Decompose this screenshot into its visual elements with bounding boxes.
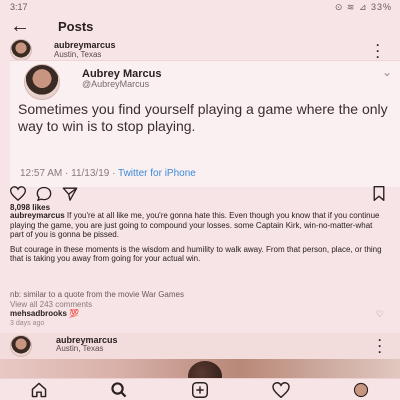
- post-actions: [0, 186, 400, 202]
- comment-icon[interactable]: [36, 186, 52, 201]
- next-post: aubreymarcus Austin, Texas · · ·: [0, 333, 400, 381]
- bookmark-icon[interactable]: [372, 186, 386, 201]
- tweet-timestamp: 12:57 AM · 11/13/19 ·: [20, 168, 119, 179]
- next-post-more-icon[interactable]: · · ·: [378, 334, 382, 358]
- tweet-avatar: [24, 64, 60, 100]
- tweet-meta: 12:57 AM · 11/13/19 · Twitter for iPhone: [20, 168, 196, 179]
- comment-username[interactable]: mehsadbrooks: [10, 309, 67, 318]
- activity-heart-icon[interactable]: [272, 382, 290, 398]
- profile-icon[interactable]: [352, 382, 370, 398]
- status-bar: 3:17 ⊙ ≋ ⊿ 33%: [0, 0, 400, 14]
- caption-username[interactable]: aubreymarcus: [10, 211, 65, 220]
- comment-text: 💯: [66, 309, 80, 318]
- new-post-icon[interactable]: [191, 382, 209, 398]
- search-icon[interactable]: [110, 382, 128, 398]
- tweet-text: Sometimes you find yourself playing a ga…: [18, 101, 388, 134]
- comment-heart-icon[interactable]: ♡: [376, 309, 384, 320]
- page-title: Posts: [58, 19, 94, 34]
- caption-paragraph: But courage in these moments is the wisd…: [10, 244, 382, 264]
- home-icon[interactable]: [30, 382, 48, 398]
- next-post-location[interactable]: Austin, Texas: [56, 344, 103, 353]
- tweet-image[interactable]: Aubrey Marcus @AubreyMarcus ⌄ Sometimes …: [10, 60, 400, 187]
- status-icons: ⊙ ≋ ⊿ 33%: [334, 2, 392, 12]
- chevron-down-icon: ⌄: [381, 65, 392, 79]
- tweet-author-handle: @AubreyMarcus: [82, 79, 150, 89]
- avatar[interactable]: [10, 39, 32, 61]
- back-arrow-icon[interactable]: ←: [10, 15, 30, 38]
- bottom-nav: [0, 378, 400, 400]
- tweet-source: Twitter for iPhone: [118, 168, 196, 179]
- more-options-icon[interactable]: · · ·: [376, 39, 380, 63]
- post-username[interactable]: aubreymarcus: [54, 40, 116, 50]
- post-location[interactable]: Austin, Texas: [54, 50, 101, 59]
- comment: mehsadbrooks 💯: [10, 309, 79, 318]
- caption-text: If you're at all like me, you're gonna h…: [10, 211, 380, 239]
- post-caption: aubreymarcus If you're at all like me, y…: [10, 211, 388, 269]
- caption-attribution: nb: similar to a quote from the movie Wa…: [10, 290, 184, 299]
- post-age: 3 days ago: [10, 320, 45, 327]
- heart-icon[interactable]: [10, 186, 26, 201]
- next-post-avatar[interactable]: [10, 335, 32, 357]
- share-icon[interactable]: [62, 186, 78, 201]
- post-header: aubreymarcus Austin, Texas · · ·: [0, 36, 400, 63]
- view-all-comments-link[interactable]: View all 243 comments: [10, 300, 92, 309]
- status-time: 3:17: [10, 2, 28, 12]
